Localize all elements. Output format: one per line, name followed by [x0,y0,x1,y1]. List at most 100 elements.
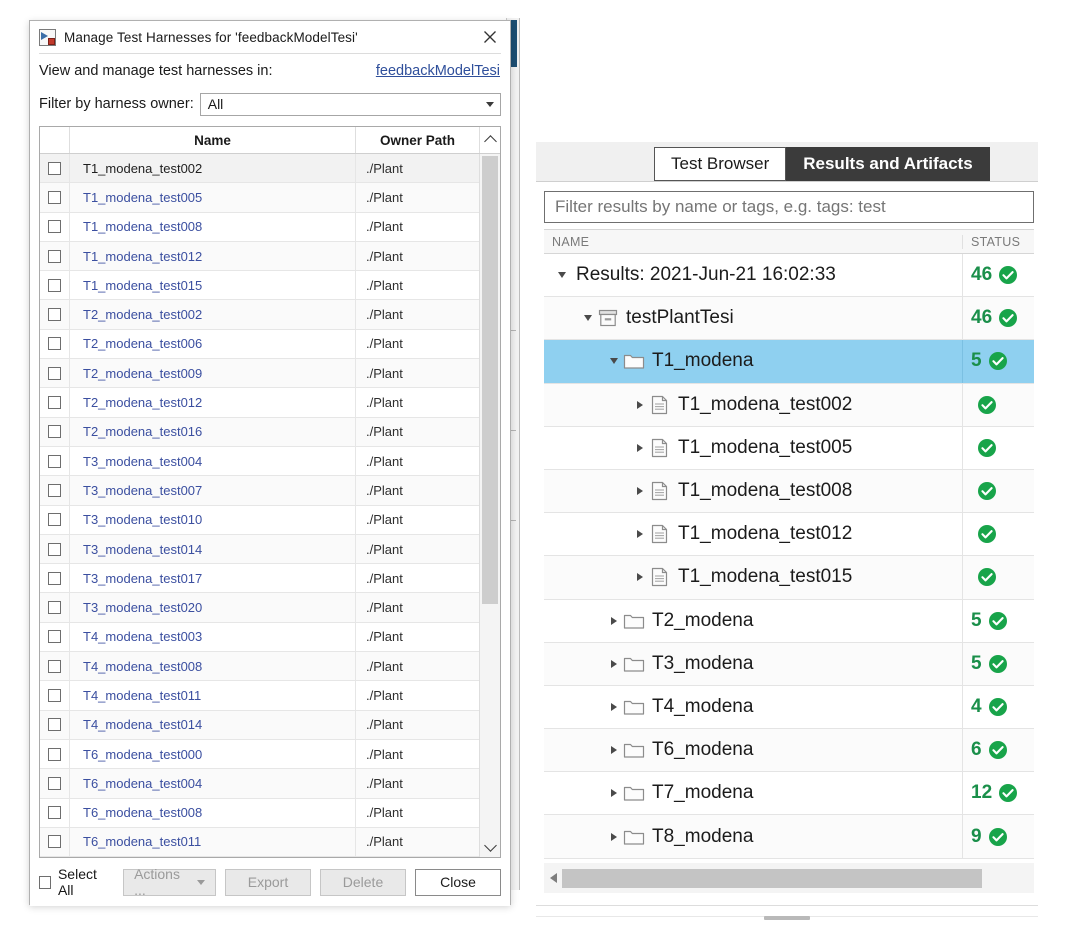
table-row[interactable]: T1_modena_test015./Plant [40,271,479,300]
harness-name[interactable]: T2_modena_test009 [70,359,356,387]
expand-arrow-right-icon[interactable] [632,530,648,538]
row-checkbox[interactable] [48,748,61,761]
table-row[interactable]: T3_modena_test017./Plant [40,564,479,593]
table-row[interactable]: T1_modena_test012./Plant [40,242,479,271]
header-owner-path[interactable]: Owner Path [356,127,479,153]
harness-name[interactable]: T4_modena_test003 [70,623,356,651]
expand-arrow-down-icon[interactable] [580,315,596,321]
tree-row[interactable]: T6_modena6 [544,729,1034,772]
harness-name[interactable]: T6_modena_test011 [70,828,356,856]
column-header-name[interactable]: NAME [544,235,962,249]
delete-button[interactable]: Delete [320,869,406,896]
row-checkbox[interactable] [48,308,61,321]
row-checkbox[interactable] [48,601,61,614]
tab-test-browser[interactable]: Test Browser [654,147,786,181]
expand-arrow-down-icon[interactable] [606,358,622,364]
harness-name[interactable]: T4_modena_test014 [70,711,356,739]
expand-arrow-right-icon[interactable] [606,660,622,668]
table-row[interactable]: T1_modena_test008./Plant [40,213,479,242]
harness-name[interactable]: T4_modena_test008 [70,652,356,680]
tree-row[interactable]: T7_modena12 [544,772,1034,815]
row-checkbox[interactable] [48,543,61,556]
table-row[interactable]: T4_modena_test003./Plant [40,623,479,652]
row-checkbox[interactable] [48,689,61,702]
row-checkbox[interactable] [48,484,61,497]
harness-name[interactable]: T3_modena_test017 [70,564,356,592]
row-checkbox[interactable] [48,718,61,731]
table-row[interactable]: T3_modena_test014./Plant [40,535,479,564]
table-row[interactable]: T2_modena_test009./Plant [40,359,479,388]
close-icon[interactable] [478,26,502,48]
tree-row[interactable]: T3_modena5 [544,643,1034,686]
row-checkbox[interactable] [48,660,61,673]
row-checkbox[interactable] [48,572,61,585]
row-checkbox[interactable] [48,162,61,175]
row-checkbox[interactable] [48,425,61,438]
scroll-down-button[interactable] [480,838,500,856]
model-link[interactable]: feedbackModelTesi [376,63,501,79]
expand-arrow-down-icon[interactable] [554,272,570,278]
expand-arrow-right-icon[interactable] [632,487,648,495]
tree-row[interactable]: T1_modena_test008 [544,470,1034,513]
close-button[interactable]: Close [415,869,501,896]
vertical-scrollbar-thumb[interactable] [482,156,498,604]
row-checkbox[interactable] [48,250,61,263]
table-row[interactable]: T3_modena_test010./Plant [40,506,479,535]
expand-arrow-right-icon[interactable] [606,746,622,754]
expand-arrow-right-icon[interactable] [632,401,648,409]
table-row[interactable]: T2_modena_test016./Plant [40,418,479,447]
row-checkbox[interactable] [48,220,61,233]
harness-name[interactable]: T3_modena_test007 [70,476,356,504]
expand-arrow-right-icon[interactable] [606,833,622,841]
tab-results-and-artifacts[interactable]: Results and Artifacts [786,147,989,181]
horizontal-scrollbar[interactable] [544,863,1034,893]
table-row[interactable]: T2_modena_test002./Plant [40,300,479,329]
harness-name[interactable]: T3_modena_test014 [70,535,356,563]
harness-name[interactable]: T1_modena_test012 [70,242,356,270]
tree-row[interactable]: testPlantTesi46 [544,297,1034,340]
row-checkbox[interactable] [48,367,61,380]
table-row[interactable]: T1_modena_test005./Plant [40,183,479,212]
row-checkbox[interactable] [48,279,61,292]
table-row[interactable]: T2_modena_test012./Plant [40,388,479,417]
harness-name[interactable]: T3_modena_test010 [70,506,356,534]
header-name[interactable]: Name [70,127,356,153]
row-checkbox[interactable] [48,630,61,643]
table-row[interactable]: T6_modena_test000./Plant [40,740,479,769]
row-checkbox[interactable] [48,835,61,848]
expand-arrow-right-icon[interactable] [632,444,648,452]
harness-name[interactable]: T6_modena_test000 [70,740,356,768]
harness-name[interactable]: T2_modena_test012 [70,388,356,416]
column-header-status[interactable]: STATUS [962,235,1034,249]
table-row[interactable]: T2_modena_test006./Plant [40,330,479,359]
table-row[interactable]: T6_modena_test008./Plant [40,799,479,828]
harness-name[interactable]: T4_modena_test011 [70,681,356,709]
tree-row[interactable]: T1_modena_test012 [544,513,1034,556]
table-row[interactable]: T3_modena_test007./Plant [40,476,479,505]
tree-row[interactable]: Results: 2021-Jun-21 16:02:3346 [544,254,1034,297]
harness-name[interactable]: T2_modena_test002 [70,300,356,328]
scroll-up-button[interactable] [479,127,500,153]
table-row[interactable]: T6_modena_test004./Plant [40,769,479,798]
harness-name[interactable]: T2_modena_test006 [70,330,356,358]
select-all-checkbox[interactable]: Select All [39,866,110,898]
harness-name[interactable]: T6_modena_test008 [70,799,356,827]
harness-name[interactable]: T1_modena_test015 [70,271,356,299]
tree-row[interactable]: T8_modena9 [544,815,1034,858]
row-checkbox[interactable] [48,396,61,409]
row-checkbox[interactable] [48,455,61,468]
table-row[interactable]: T4_modena_test014./Plant [40,711,479,740]
export-button[interactable]: Export [225,869,311,896]
table-row[interactable]: T3_modena_test020./Plant [40,593,479,622]
table-row[interactable]: T1_modena_test002./Plant [40,154,479,183]
vertical-scrollbar[interactable] [479,154,500,857]
row-checkbox[interactable] [48,191,61,204]
harness-owner-select[interactable]: All [200,93,501,116]
tree-row[interactable]: T1_modena_test015 [544,556,1034,599]
row-checkbox[interactable] [48,513,61,526]
tree-row[interactable]: T2_modena5 [544,600,1034,643]
table-row[interactable]: T4_modena_test011./Plant [40,681,479,710]
expand-arrow-right-icon[interactable] [632,573,648,581]
harness-name[interactable]: T1_modena_test008 [70,213,356,241]
row-checkbox[interactable] [48,337,61,350]
